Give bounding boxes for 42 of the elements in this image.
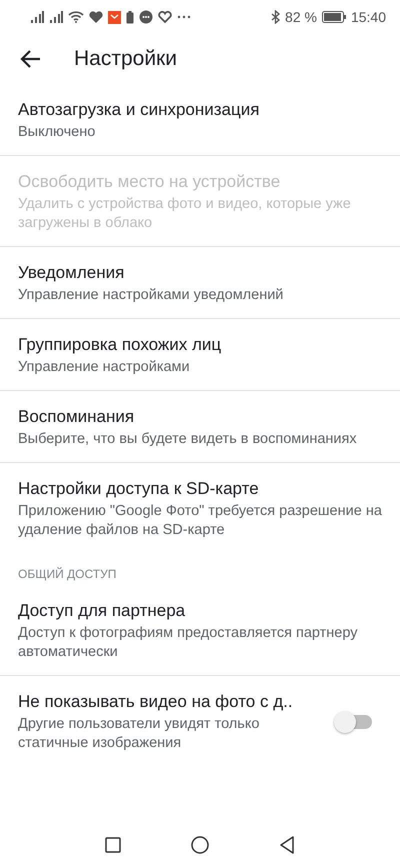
settings-item[interactable]: Автозагрузка и синхронизация Выключено — [0, 84, 400, 155]
item-title: Уведомления — [18, 262, 126, 284]
battery-icon — [126, 10, 134, 24]
item-description: Доступ к фотографиям предоставляется партнеру автоматически — [18, 624, 358, 662]
settings-item[interactable]: Группировка похожих лиц Управление настройками — [0, 318, 400, 390]
item-description: Выберите, что вы будете видеть в воспоминаниях — [18, 430, 358, 449]
item-description: Приложению "Google Фото" требуется разрешение на удаление файлов на SD-карте — [18, 502, 382, 540]
heart-icon — [89, 11, 103, 23]
item-title: Освободить место на устройстве — [18, 171, 282, 193]
settings-item[interactable]: Уведомления Управление настройками уведомлений — [0, 246, 400, 318]
clock: 15:40 — [350, 9, 386, 25]
heart-icon — [158, 11, 172, 23]
item-title: Настройки доступа к SD-карте — [18, 478, 260, 500]
signal-icon — [49, 11, 63, 23]
item-title: Воспоминания — [18, 406, 136, 428]
item-title: Группировка похожих лиц — [18, 334, 222, 356]
back-nav-button[interactable] — [279, 836, 295, 854]
battery-percent: 82 % — [285, 9, 317, 25]
battery-icon — [322, 11, 346, 23]
chat-icon — [139, 10, 153, 24]
wifi-icon — [68, 11, 84, 23]
item-title: Не показывать видео на фото с д.. — [18, 691, 294, 713]
settings-item[interactable]: Воспоминания Выберите, что вы будете видеть в воспоминаниях — [0, 390, 400, 462]
home-button[interactable] — [191, 836, 209, 854]
item-description: Другие пользователи увидят только статичные изображения — [18, 715, 260, 753]
item-title: Автозагрузка и синхронизация — [18, 99, 260, 121]
item-description: Управление настройками уведомлений — [18, 286, 284, 305]
settings-item[interactable]: Настройки доступа к SD-карте Приложению "Google Фото" требуется разрешение на удаление файлов на SD-карте — [0, 462, 400, 553]
settings-item[interactable]: Не показывать видео на фото с д.. Другие пользователи увидят только статичные изображения — [0, 675, 400, 766]
item-description: Удалить с устройства фото и видео, которые уже загружены в облако — [18, 195, 352, 233]
section-header: ОБЩИЙ ДОСТУП — [17, 566, 118, 583]
more-icon — [177, 15, 191, 19]
signal-icon — [30, 11, 44, 23]
app-icon — [108, 10, 121, 24]
page-title: Настройки — [74, 47, 177, 71]
item-description: Выключено — [18, 123, 96, 142]
item-description: Управление настройками — [18, 358, 191, 377]
recents-button[interactable] — [105, 837, 121, 853]
toggle-switch[interactable] — [334, 710, 372, 732]
item-title: Доступ для партнера — [18, 600, 186, 622]
bluetooth-icon — [271, 10, 280, 24]
settings-item[interactable]: Доступ для партнера Доступ к фотографиям предоставляется партнеру автоматически — [0, 585, 400, 675]
